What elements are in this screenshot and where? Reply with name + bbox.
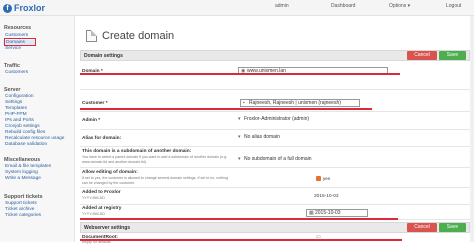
added-froxlor-help: YYYY-MM-DD (82, 196, 105, 200)
logout-link[interactable]: Logout (446, 3, 461, 9)
added-registry-label: Added at registry (82, 206, 122, 211)
customer-value: Rajneesh, Rajneesh | unixmen (rajneesh) (249, 100, 341, 106)
alias-label: Alias for domain: (82, 136, 122, 141)
alias-row: Alias for domain: ▾ No alias domain (80, 130, 470, 147)
sidebar-item-settings[interactable]: Settings (5, 100, 22, 105)
sidebar-item-email-templates[interactable]: Email & file templates (5, 164, 51, 169)
subdomain-row: This domain is a subdomain of another do… (80, 147, 470, 168)
sidebar-item-ticket-archive[interactable]: Ticket archive (5, 207, 34, 212)
sidebar: Resources Customers Domains Service Traf… (0, 16, 75, 242)
froxlor-logo[interactable]: f Froxlor (3, 2, 45, 14)
registry-underline-mark (80, 218, 398, 220)
added-froxlor-label: Added to Froxlor (82, 190, 121, 195)
added-froxlor-row: Added to Froxlor YYYY-MM-DD 2015-10-03 (80, 188, 470, 205)
alias-select[interactable]: ▾ No alias domain (238, 134, 280, 142)
sidebar-item-support-tickets[interactable]: Support tickets (5, 201, 37, 206)
allow-editing-row: Allow editing of domain: If set to yes, … (80, 168, 470, 188)
dashboard-link[interactable]: Dashboard (331, 3, 355, 9)
sidebar-item-traffic-customers[interactable]: Customers (5, 70, 28, 75)
sidebar-item-write-message[interactable]: Write a Message (5, 176, 41, 181)
docroot-row: DocumentRoot: empty for defaults ▭ (80, 234, 470, 244)
added-registry-input[interactable]: ▦2015-10-03 (306, 209, 368, 217)
sidebar-item-php-fpm[interactable]: PHP-FPM (5, 112, 27, 117)
customer-underline-mark (80, 108, 372, 110)
subdomain-select[interactable]: ▾ No subdomain of a full domain (238, 156, 312, 164)
cancel-button[interactable]: Cancel (407, 51, 437, 60)
webserver-save-button[interactable]: Save (439, 223, 466, 232)
sidebar-item-system-logging[interactable]: System logging (5, 170, 38, 175)
sidebar-section-support: Support tickets (4, 194, 43, 200)
added-froxlor-value: 2015-10-03 (314, 194, 339, 199)
sidebar-item-configuration[interactable]: Configuration (5, 94, 34, 99)
allow-editing-label: Allow editing of domain: (82, 170, 138, 175)
subdomain-label: This domain is a subdomain of another do… (82, 149, 192, 154)
main-content: Create domain Domain settings Cancel Sav… (76, 16, 474, 244)
page-scrollbar[interactable] (470, 16, 474, 242)
app-name: Froxlor (14, 3, 46, 13)
customer-label: Customer * (82, 101, 108, 106)
sidebar-section-resources: Resources (4, 25, 32, 31)
customer-select[interactable]: ▪ Rajneesh, Rajneesh | unixmen (rajneesh) (240, 99, 360, 107)
added-registry-help: YYYY-MM-DD (82, 212, 105, 216)
save-button[interactable]: Save (439, 51, 466, 60)
sidebar-item-ticket-categories[interactable]: Ticket categories (5, 213, 41, 218)
sidebar-item-rebuild-config[interactable]: Rebuild config files (5, 130, 45, 135)
admin-row: Admin * ▾ Froxlor-Administrator (admin) (80, 112, 470, 130)
admin-value: Froxlor-Administrator (admin) (244, 116, 310, 122)
subdomain-value: No subdomain of a full domain (244, 156, 312, 162)
domain-row: Domain * ◉ www.unixmen.lan (80, 62, 470, 90)
sidebar-item-cronjob[interactable]: Cronjob settings (5, 124, 40, 129)
subdomain-help: You have to select a parent domain if yo… (82, 155, 228, 164)
allow-editing-help: If set to yes, the customer is allowed t… (82, 176, 229, 185)
sidebar-section-misc: Miscellaneous (4, 157, 41, 163)
domain-underline-mark (80, 73, 400, 75)
sidebar-item-service[interactable]: Service (5, 46, 21, 51)
webserver-settings-title: Webserver settings (84, 225, 131, 231)
sidebar-section-server: Server (4, 87, 21, 93)
page-title: Create domain (102, 30, 175, 42)
sidebar-item-ips-ports[interactable]: IPs and Ports (5, 118, 34, 123)
docroot-help: empty for defaults (82, 240, 111, 244)
admin-label: Admin * (82, 118, 101, 123)
sidebar-item-recalculate[interactable]: Recalculate resource usage (5, 136, 64, 141)
user-name: admin (275, 3, 289, 9)
sidebar-section-traffic: Traffic (4, 63, 20, 69)
sidebar-item-templates[interactable]: Templates (5, 106, 27, 111)
webserver-cancel-button[interactable]: Cancel (407, 223, 437, 232)
added-registry-value: 2015-10-03 (315, 210, 341, 216)
docroot-input[interactable]: ▭ (316, 234, 322, 242)
admin-select[interactable]: ▾ Froxlor-Administrator (admin) (238, 116, 309, 124)
domain-settings-title: Domain settings (84, 53, 123, 59)
alias-value: No alias domain (244, 134, 280, 140)
docroot-underline-mark (80, 239, 402, 241)
top-bar: f Froxlor admin Dashboard Options ▾ Logo… (0, 0, 474, 16)
options-menu[interactable]: Options ▾ (389, 3, 410, 9)
allow-editing-checkbox[interactable] (316, 176, 321, 181)
sidebar-item-db-validation[interactable]: Database validation (5, 142, 47, 147)
domains-highlight-box (4, 38, 36, 46)
froxlor-logo-icon: f (3, 3, 12, 13)
document-icon (86, 30, 97, 42)
allow-editing-value: yes (323, 176, 331, 181)
